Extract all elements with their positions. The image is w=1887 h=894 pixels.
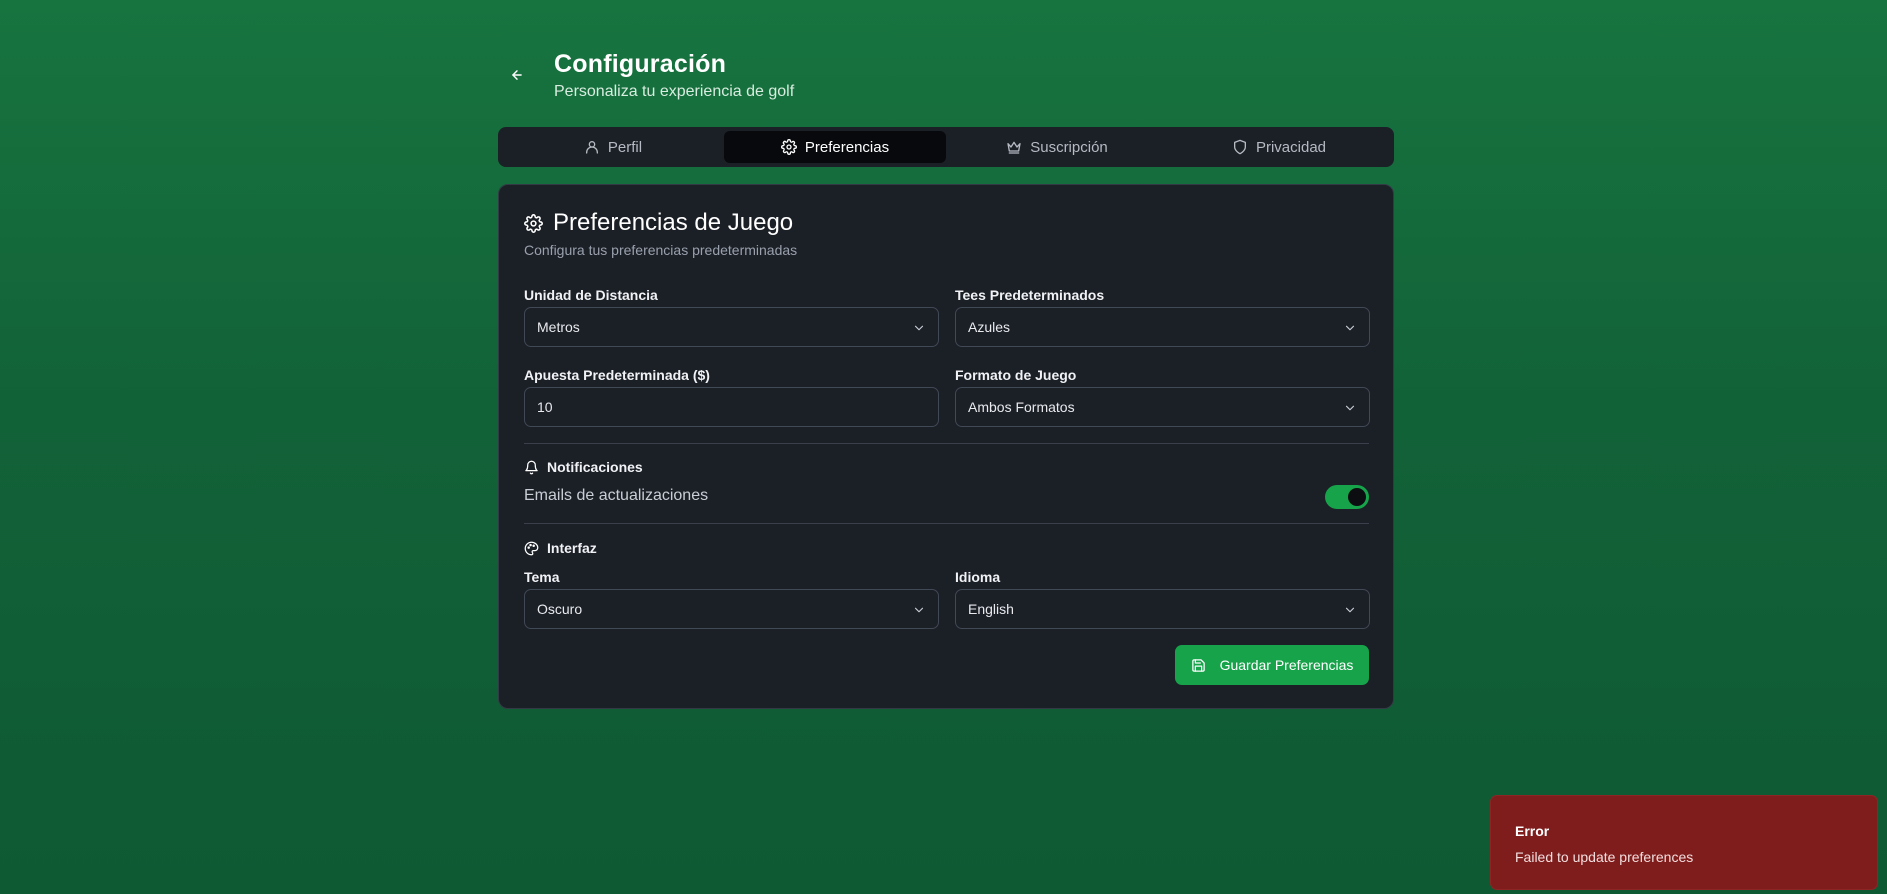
toast-title: Error <box>1515 823 1550 839</box>
shield-icon <box>1233 139 1246 155</box>
save-preferences-button[interactable]: Guardar Preferencias <box>1175 645 1369 685</box>
chevron-down-icon <box>914 325 924 331</box>
crown-icon <box>1007 141 1021 154</box>
theme-label: Tema <box>524 569 560 585</box>
distance-unit-label: Unidad de Distancia <box>524 287 658 303</box>
default-bet-label: Apuesta Predeterminada ($) <box>524 367 710 383</box>
section-heading-text: Notificaciones <box>547 459 643 475</box>
tab-suscripcion[interactable]: Suscripción <box>946 131 1168 163</box>
card-title-text: Preferencias de Juego <box>553 209 794 236</box>
tab-label: Privacidad <box>1255 138 1327 156</box>
page-header: Configuración Personaliza tu experiencia… <box>498 50 1394 110</box>
select-value: Metros <box>537 319 580 335</box>
divider <box>524 443 1369 444</box>
select-value: Ambos Formatos <box>968 399 1075 415</box>
error-toast[interactable]: Error Failed to update preferences <box>1490 795 1878 890</box>
bell-icon <box>525 460 538 474</box>
card-title: Preferencias de Juego <box>524 209 793 237</box>
tab-label: Suscripción <box>1030 138 1108 156</box>
tab-perfil[interactable]: Perfil <box>502 131 724 163</box>
save-button-label: Guardar Preferencias <box>1219 657 1354 673</box>
save-icon <box>1191 658 1205 672</box>
tab-label: Perfil <box>607 138 643 156</box>
chevron-down-icon <box>1345 405 1355 411</box>
tab-preferencias[interactable]: Preferencias <box>724 131 946 163</box>
email-updates-toggle[interactable] <box>1325 485 1369 509</box>
page-subtitle: Personaliza tu experiencia de golf <box>554 83 795 100</box>
email-updates-label: Emails de actualizaciones <box>524 487 709 504</box>
select-value: English <box>968 601 1014 617</box>
chevron-down-icon <box>914 607 924 613</box>
divider <box>524 523 1369 524</box>
default-tees-select[interactable]: Azules <box>955 307 1370 347</box>
page-title: Configuración <box>554 50 727 78</box>
toggle-knob <box>1348 488 1366 506</box>
section-heading-text: Interfaz <box>547 540 597 556</box>
game-format-label: Formato de Juego <box>955 367 1077 383</box>
tab-label: Preferencias <box>804 138 890 156</box>
arrow-left-icon <box>512 70 522 80</box>
game-format-select[interactable]: Ambos Formatos <box>955 387 1370 427</box>
theme-select[interactable]: Oscuro <box>524 589 939 629</box>
toast-message: Failed to update preferences <box>1515 849 1694 865</box>
distance-unit-select[interactable]: Metros <box>524 307 939 347</box>
select-value: Oscuro <box>537 601 583 617</box>
interface-heading: Interfaz <box>524 540 597 556</box>
default-tees-label: Tees Predeterminados <box>955 287 1105 303</box>
back-button[interactable] <box>506 64 528 86</box>
gear-icon <box>780 139 797 155</box>
palette-icon <box>524 541 539 555</box>
select-value: Azules <box>968 319 1011 335</box>
tab-privacidad[interactable]: Privacidad <box>1168 131 1390 163</box>
user-icon <box>585 141 598 154</box>
card-description: Configura tus preferencias predeterminad… <box>524 242 798 258</box>
preferences-card: Preferencias de Juego Configura tus pref… <box>498 184 1394 709</box>
language-select[interactable]: English <box>955 589 1370 629</box>
gear-icon <box>524 213 543 233</box>
notifications-heading: Notificaciones <box>524 459 643 475</box>
default-bet-input[interactable]: 10 <box>524 387 939 427</box>
chevron-down-icon <box>1345 607 1355 613</box>
language-label: Idioma <box>955 569 1001 585</box>
chevron-down-icon <box>1345 325 1355 331</box>
settings-tabs: Perfil Preferencias Suscripción Privacid… <box>498 127 1394 167</box>
input-value: 10 <box>537 399 553 415</box>
